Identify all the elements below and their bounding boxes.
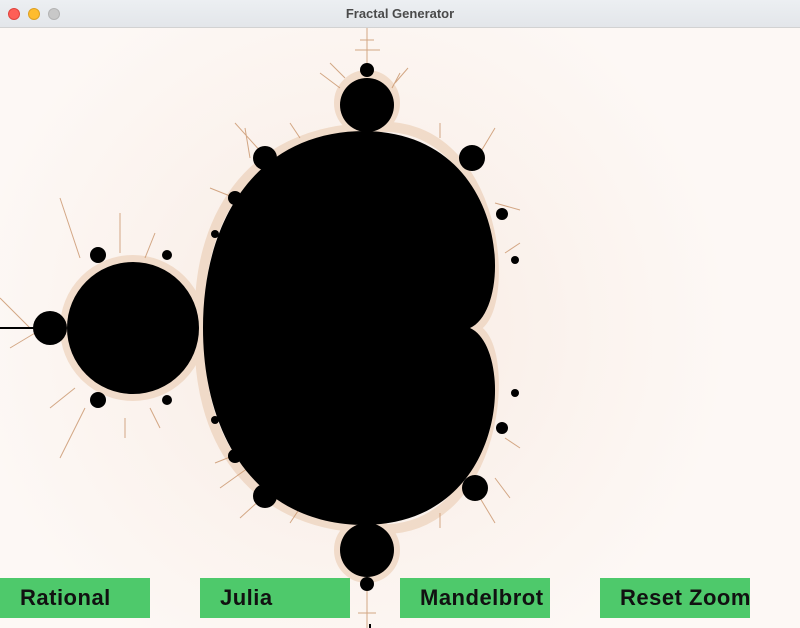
rational-button[interactable]: Rational — [0, 578, 150, 618]
julia-button[interactable]: Julia — [200, 578, 350, 618]
fractal-generator-window: Fractal Generator Rational Julia Mandelb… — [0, 0, 800, 628]
mandelbrot-button[interactable]: Mandelbrot — [400, 578, 550, 618]
title-bar[interactable]: Fractal Generator — [0, 0, 800, 28]
window-title: Fractal Generator — [345, 6, 455, 21]
mandelbrot-render — [0, 28, 800, 628]
fractal-canvas[interactable] — [0, 28, 800, 628]
reset-zoom-button[interactable]: Reset Zoom — [600, 578, 750, 618]
